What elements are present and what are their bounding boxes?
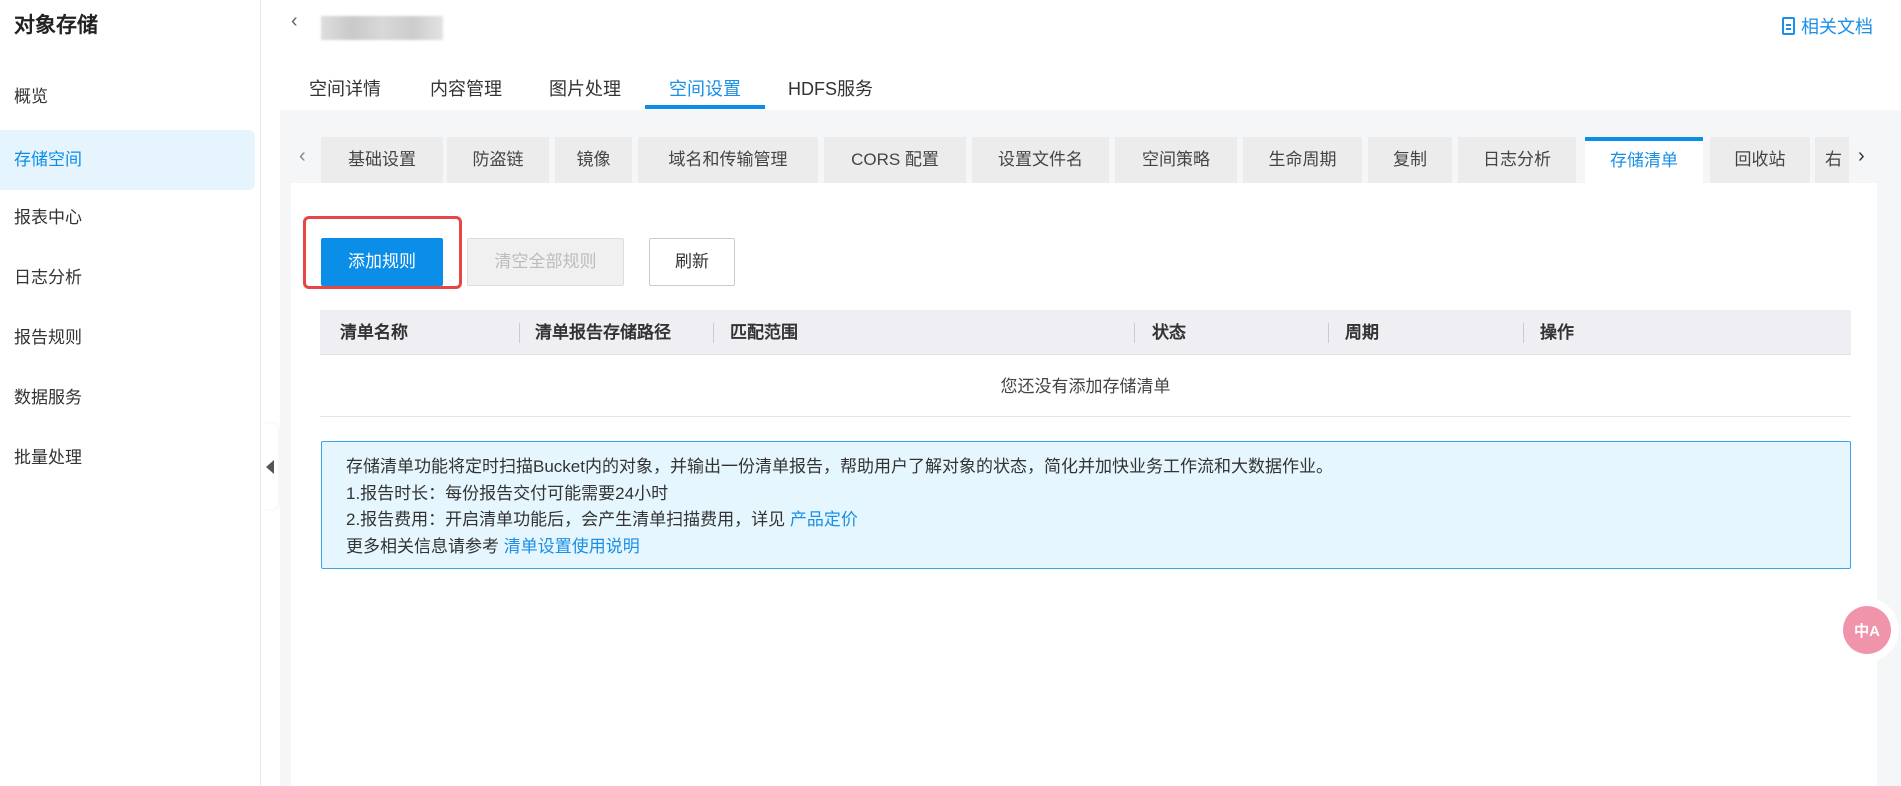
caret-left-icon xyxy=(265,459,274,474)
subtab-log[interactable]: 日志分析 xyxy=(1458,137,1576,183)
col-name: 清单名称 xyxy=(340,323,408,342)
subtab-lifecycle[interactable]: 生命周期 xyxy=(1243,137,1362,183)
info-text: 更多相关信息请参考 xyxy=(346,536,504,556)
sidebar-item-batch[interactable]: 批量处理 xyxy=(0,428,255,488)
subtab-cors[interactable]: CORS 配置 xyxy=(824,137,966,183)
sidebar-item-buckets[interactable]: 存储空间 xyxy=(0,130,255,190)
highlight-box xyxy=(303,216,462,289)
info-box: 存储清单功能将定时扫描Bucket内的对象，并输出一份清单报告，帮助用户了解对象… xyxy=(321,441,1851,569)
back-chevron-icon[interactable]: ‹ xyxy=(291,10,298,33)
col-actions: 操作 xyxy=(1540,323,1574,342)
sidebar-item-overview[interactable]: 概览 xyxy=(0,67,255,127)
bucket-name-redacted xyxy=(321,16,443,40)
subtab-mirror[interactable]: 镜像 xyxy=(555,137,632,183)
info-line: 2.报告费用：开启清单功能后，会产生清单扫描费用，详见 产品定价 xyxy=(346,507,1850,534)
tab-hdfs[interactable]: HDFS服务 xyxy=(788,75,873,101)
subtab-domain[interactable]: 域名和传输管理 xyxy=(638,137,818,183)
col-scope: 匹配范围 xyxy=(730,323,798,342)
subtab-more[interactable]: 右 xyxy=(1815,137,1849,183)
tab-content[interactable]: 内容管理 xyxy=(430,75,502,101)
table-empty-text: 您还没有添加存储清单 xyxy=(320,356,1851,417)
tab-image[interactable]: 图片处理 xyxy=(549,75,621,101)
info-line: 1.报告时长：每份报告交付可能需要24小时 xyxy=(346,483,669,503)
sidebar-item-data-service[interactable]: 数据服务 xyxy=(0,368,255,428)
col-status: 状态 xyxy=(1152,323,1186,342)
docs-link[interactable]: 相关文档 xyxy=(1782,13,1873,39)
scroll-left-icon[interactable]: ‹ xyxy=(299,145,306,168)
sidebar-item-log-analysis[interactable]: 日志分析 xyxy=(0,248,255,308)
subtab-recycle[interactable]: 回收站 xyxy=(1710,137,1810,183)
docs-label: 相关文档 xyxy=(1801,17,1873,37)
col-divider xyxy=(713,323,714,343)
sidebar-item-reports[interactable]: 报表中心 xyxy=(0,188,255,248)
scroll-right-icon[interactable]: › xyxy=(1858,145,1865,168)
subtab-inventory[interactable]: 存储清单 xyxy=(1585,137,1703,183)
refresh-button[interactable]: 刷新 xyxy=(649,238,735,286)
inventory-guide-link[interactable]: 清单设置使用说明 xyxy=(504,537,640,556)
sidebar: 对象存储 概览 存储空间 报表中心 日志分析 报告规则 数据服务 批量处理 xyxy=(0,0,261,786)
document-icon xyxy=(1782,17,1795,35)
col-divider xyxy=(1134,323,1135,343)
subtab-replication[interactable]: 复制 xyxy=(1368,137,1452,183)
col-divider xyxy=(1523,323,1524,343)
tab-bucket-details[interactable]: 空间详情 xyxy=(309,75,381,101)
sidebar-title: 对象存储 xyxy=(14,14,98,37)
info-line: 存储清单功能将定时扫描Bucket内的对象，并输出一份清单报告，帮助用户了解对象… xyxy=(346,457,1333,476)
info-text: 2.报告费用：开启清单功能后，会产生清单扫描费用，详见 xyxy=(346,510,790,529)
active-tab-indicator xyxy=(645,105,765,109)
info-line: 更多相关信息请参考 清单设置使用说明 xyxy=(346,534,1850,561)
sidebar-collapse-button[interactable] xyxy=(261,424,278,509)
subtab-filename[interactable]: 设置文件名 xyxy=(972,137,1109,183)
col-path: 清单报告存储路径 xyxy=(535,323,671,342)
clear-all-rules-button[interactable]: 清空全部规则 xyxy=(467,238,624,286)
col-divider xyxy=(1328,323,1329,343)
tab-bucket-settings[interactable]: 空间设置 xyxy=(669,75,741,101)
table-header: 清单名称 清单报告存储路径 匹配范围 状态 周期 操作 xyxy=(320,310,1851,355)
subtab-basic[interactable]: 基础设置 xyxy=(321,137,443,183)
pricing-link[interactable]: 产品定价 xyxy=(790,510,858,529)
col-divider xyxy=(519,323,520,343)
translate-icon[interactable]: 中A xyxy=(1843,606,1891,654)
subtab-hotlink[interactable]: 防盗链 xyxy=(447,137,549,183)
sidebar-item-report-rules[interactable]: 报告规则 xyxy=(0,308,255,368)
subtab-policy[interactable]: 空间策略 xyxy=(1115,137,1237,183)
col-period: 周期 xyxy=(1345,323,1379,342)
